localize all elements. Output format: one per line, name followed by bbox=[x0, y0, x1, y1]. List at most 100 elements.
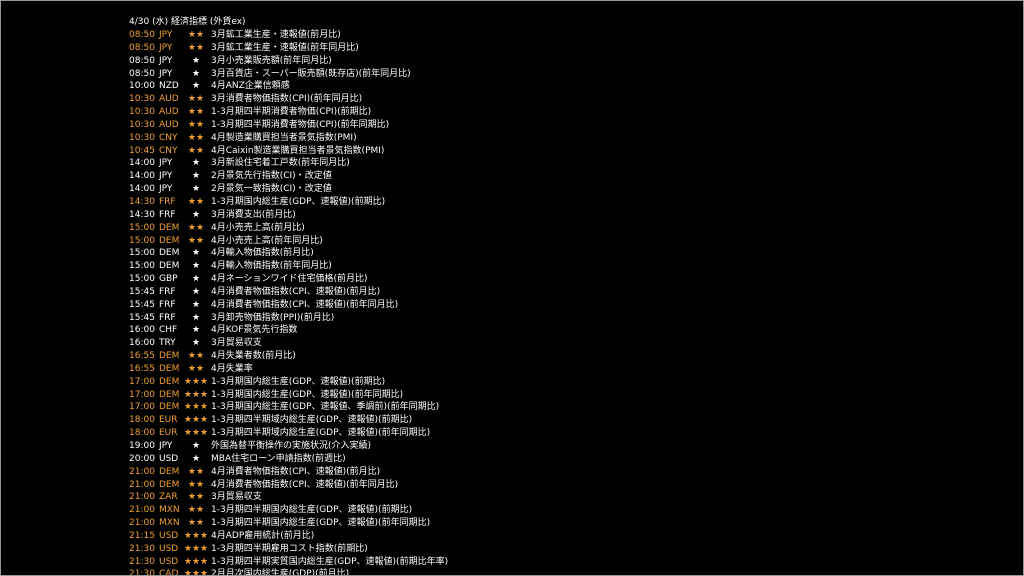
importance-stars-icon: ★ bbox=[191, 325, 201, 336]
event-currency: FRF bbox=[159, 196, 176, 207]
importance-stars-icon: ★★ bbox=[187, 235, 205, 246]
event-title: 4月輸入物価指数(前月比) bbox=[211, 248, 314, 259]
event-row: 15:00 DEM ★★ 4月小売売上高(前月比) bbox=[129, 222, 1009, 235]
event-currency: DEM bbox=[159, 235, 180, 246]
event-row: 15:00 GBP ★ 4月ネーションワイド住宅価格(前月比) bbox=[129, 273, 1009, 286]
event-row: 14:00 JPY ★ 2月景気先行指数(CI)・改定値 bbox=[129, 170, 1009, 183]
importance-stars-icon: ★★★ bbox=[183, 530, 209, 541]
event-title: 4月消費者物価指数(CPI、速報値)(前年同月比) bbox=[211, 299, 399, 310]
importance-stars-icon: ★★ bbox=[187, 119, 205, 130]
event-row: 15:00 DEM ★★ 4月小売売上高(前年同月比) bbox=[129, 235, 1009, 248]
event-currency: DEM bbox=[159, 261, 180, 272]
importance-stars-icon: ★★ bbox=[187, 42, 205, 53]
importance-stars-icon: ★ bbox=[191, 184, 201, 195]
importance-stars-icon: ★★★ bbox=[183, 556, 209, 567]
event-row: 21:00 MXN ★★ 1-3月期四半期国内総生産(GDP、速報値)(前期比) bbox=[129, 504, 1009, 517]
event-title: 1-3月期国内総生産(GDP、速報値、季調前)(前年同期比) bbox=[211, 402, 440, 413]
event-currency: DEM bbox=[159, 402, 180, 413]
event-row: 21:15 USD ★★★ 4月ADP雇用統計(前月比) bbox=[129, 530, 1009, 543]
event-currency: DEM bbox=[159, 351, 180, 362]
event-currency: DEM bbox=[159, 479, 180, 490]
importance-stars-icon: ★★★ bbox=[183, 428, 209, 439]
event-title: 1-3月期四半期実質国内総生産(GDP、速報値)(前期比年率) bbox=[211, 556, 449, 567]
event-row: 10:30 CNY ★★ 4月製造業購買担当者景気指数(PMI) bbox=[129, 132, 1009, 145]
calendar-window: 4/30 (水) 経済指標 (外貨ex) 08:50 JPY ★★ 3月鉱工業生産・速… bbox=[0, 0, 1024, 576]
event-title: 4月消費者物価指数(CPI、速報値)(前月比) bbox=[211, 286, 381, 297]
event-row: 08:50 JPY ★★ 3月鉱工業生産・速報値(前年同月比) bbox=[129, 42, 1009, 55]
importance-stars-icon: ★ bbox=[191, 286, 201, 297]
event-row: 21:30 USD ★★★ 1-3月期四半期実質国内総生産(GDP、速報値)(前期比年… bbox=[129, 556, 1009, 569]
importance-stars-icon: ★★ bbox=[187, 222, 205, 233]
event-row: 17:00 DEM ★★★ 1-3月期国内総生産(GDP、速報値)(前期比) bbox=[129, 376, 1009, 389]
event-title: 3月消費支出(前月比) bbox=[211, 209, 296, 220]
importance-stars-icon: ★★★ bbox=[183, 376, 209, 387]
event-title: 外国為替平衡操作の実施状況(介入実績) bbox=[211, 441, 372, 451]
event-title: 1-3月期四半期消費者物価(CPI)(前期比) bbox=[211, 107, 372, 118]
event-title: 4月小売売上高(前年同月比) bbox=[211, 235, 323, 246]
event-currency: FRF bbox=[159, 286, 176, 297]
event-row: 21:00 DEM ★★ 4月消費者物価指数(CPI、速報値)(前年同月比) bbox=[129, 479, 1009, 492]
event-title: 3月小売業販売額(前年同月比) bbox=[211, 55, 332, 66]
event-currency: DEM bbox=[159, 248, 180, 259]
event-title: 4月消費者物価指数(CPI、速報値)(前年同月比) bbox=[211, 479, 399, 490]
event-row: 08:50 JPY ★★ 3月鉱工業生産・速報値(前月比) bbox=[129, 29, 1009, 42]
event-currency: MXN bbox=[159, 505, 180, 516]
event-currency: JPY bbox=[159, 158, 173, 169]
importance-stars-icon: ★ bbox=[191, 274, 201, 285]
importance-stars-icon: ★★★ bbox=[183, 415, 209, 426]
event-title: 3月消費者物価指数(CPI)(前年同月比) bbox=[211, 94, 363, 105]
event-row: 10:30 AUD ★★ 3月消費者物価指数(CPI)(前年同月比) bbox=[129, 93, 1009, 106]
importance-stars-icon: ★★ bbox=[187, 518, 205, 529]
event-row: 14:00 JPY ★ 2月景気一致指数(CI)・改定値 bbox=[129, 183, 1009, 196]
event-currency: DEM bbox=[159, 363, 180, 374]
event-title: 4月輸入物価指数(前年同月比) bbox=[211, 261, 332, 272]
event-title: 4月Caixin製造業購買担当者景気指数(PMI) bbox=[211, 145, 385, 156]
event-title: 3月卸売物価指数(PPI)(前月比) bbox=[211, 312, 335, 323]
event-title: 1-3月期四半期国内総生産(GDP、速報値)(前期比) bbox=[211, 505, 413, 516]
event-title: 3月鉱工業生産・速報値(前月比) bbox=[211, 30, 341, 40]
importance-stars-icon: ★★ bbox=[187, 145, 205, 156]
event-title: 4月小売売上高(前月比) bbox=[211, 222, 305, 233]
event-title: 2月景気一致指数(CI)・改定値 bbox=[211, 184, 332, 195]
event-currency: JPY bbox=[159, 184, 173, 195]
event-title: 1-3月期国内総生産(GDP、速報値)(前期比) bbox=[211, 376, 386, 387]
event-currency: DEM bbox=[159, 376, 180, 387]
event-row: 15:45 FRF ★ 4月消費者物価指数(CPI、速報値)(前年同月比) bbox=[129, 299, 1009, 312]
importance-stars-icon: ★★ bbox=[187, 94, 205, 105]
event-row: 21:00 DEM ★★ 4月消費者物価指数(CPI、速報値)(前月比) bbox=[129, 466, 1009, 479]
event-row: 21:00 MXN ★★ 1-3月期四半期国内総生産(GDP、速報値)(前年同期比) bbox=[129, 517, 1009, 530]
importance-stars-icon: ★★ bbox=[187, 132, 205, 143]
event-currency: AUD bbox=[159, 119, 179, 130]
importance-stars-icon: ★ bbox=[191, 261, 201, 272]
importance-stars-icon: ★ bbox=[191, 158, 201, 169]
event-title: 3月貿易収支 bbox=[211, 338, 262, 349]
event-title: 4月ネーションワイド住宅価格(前月比) bbox=[211, 274, 368, 285]
event-currency: USD bbox=[159, 543, 179, 554]
event-row: 21:00 ZAR ★★ 3月貿易収支 bbox=[129, 491, 1009, 504]
event-row: 10:00 NZD ★ 4月ANZ企業信頼感 bbox=[129, 80, 1009, 93]
importance-stars-icon: ★★★ bbox=[183, 389, 209, 400]
importance-stars-icon: ★ bbox=[191, 81, 201, 92]
event-currency: JPY bbox=[159, 171, 173, 182]
event-row: 16:55 DEM ★★ 4月失業率 bbox=[129, 363, 1009, 376]
event-row: 16:00 CHF ★ 4月KOF景気先行指数 bbox=[129, 324, 1009, 337]
event-title: 3月新設住宅着工戸数(前年同月比) bbox=[211, 158, 350, 169]
event-currency: JPY bbox=[159, 55, 173, 66]
event-currency: DEM bbox=[159, 389, 180, 400]
event-currency: GBP bbox=[159, 274, 178, 285]
event-title: MBA住宅ローン申請指数(前週比) bbox=[211, 453, 346, 464]
importance-stars-icon: ★ bbox=[191, 209, 201, 220]
event-currency: CNY bbox=[159, 132, 178, 143]
event-currency: TRY bbox=[159, 338, 176, 349]
importance-stars-icon: ★★★ bbox=[183, 402, 209, 413]
importance-stars-icon: ★★ bbox=[187, 479, 205, 490]
event-row: 18:00 EUR ★★★ 1-3月期四半期域内総生産(GDP、速報値)(前期比) bbox=[129, 414, 1009, 427]
event-title: 1-3月期四半期国内総生産(GDP、速報値)(前年同期比) bbox=[211, 518, 431, 529]
event-currency: USD bbox=[159, 453, 179, 464]
event-currency: EUR bbox=[159, 415, 178, 426]
importance-stars-icon: ★★ bbox=[187, 505, 205, 516]
importance-stars-icon: ★ bbox=[191, 338, 201, 349]
event-title: 3月鉱工業生産・速報値(前年同月比) bbox=[211, 42, 359, 53]
event-currency: MXN bbox=[159, 518, 180, 529]
event-list: 08:50 JPY ★★ 3月鉱工業生産・速報値(前月比) 08:50 JPY ★★ 3月鉱工… bbox=[129, 29, 1009, 575]
